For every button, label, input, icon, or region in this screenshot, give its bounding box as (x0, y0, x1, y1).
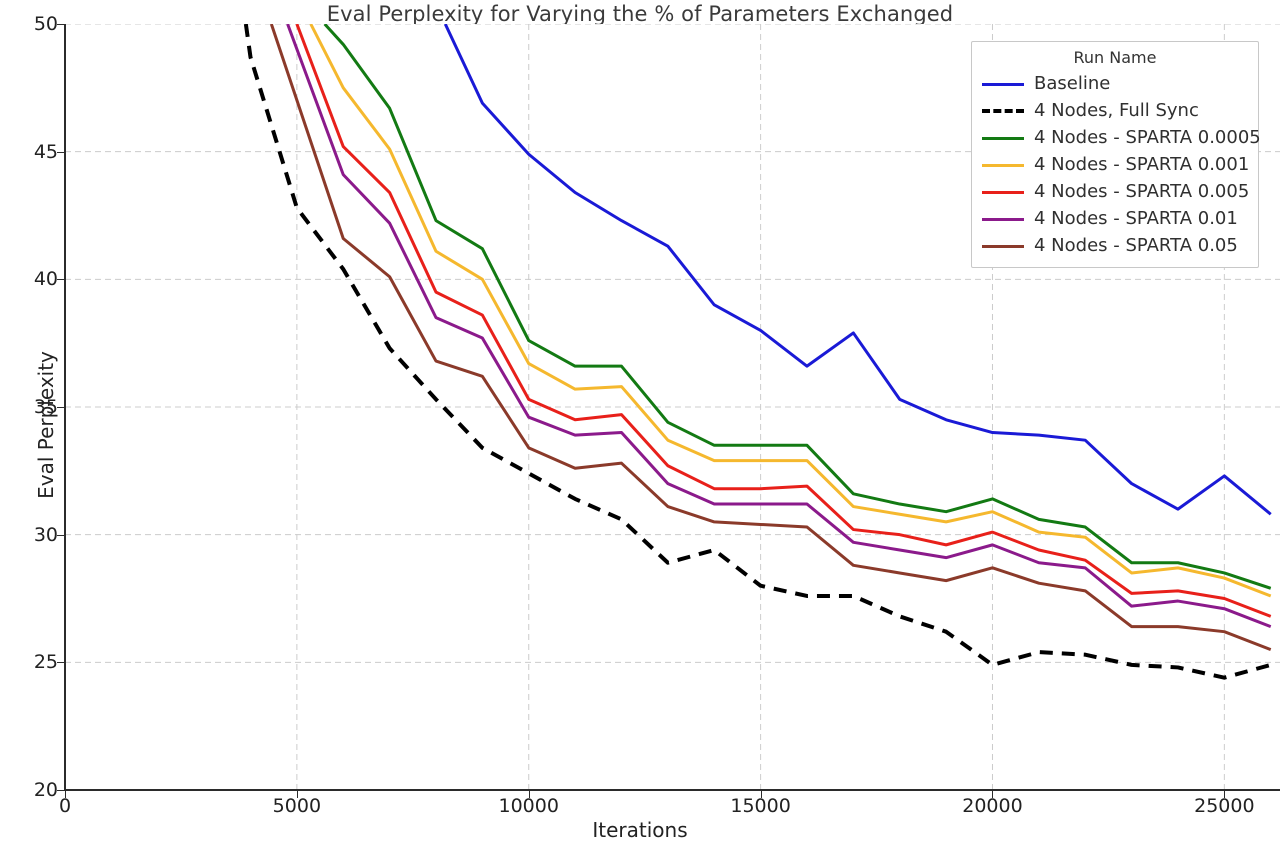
x-tick-mark (296, 791, 298, 798)
legend-color-swatch (982, 212, 1024, 226)
x-tick-mark (528, 791, 530, 798)
legend-item-label: 4 Nodes - SPARTA 0.05 (1034, 235, 1238, 256)
legend-rows: Baseline 4 Nodes, Full Sync 4 Nodes - SPAR… (982, 70, 1261, 259)
legend-color-swatch (982, 185, 1024, 199)
legend-item[interactable]: 4 Nodes - SPARTA 0.001 (982, 151, 1250, 178)
legend-item-label: 4 Nodes - SPARTA 0.005 (1034, 181, 1250, 202)
x-tick-label: 0 (58, 795, 72, 817)
y-tick-mark (57, 151, 65, 153)
legend-color-swatch (982, 158, 1024, 172)
x-tick-mark (1224, 791, 1226, 798)
legend-item[interactable]: 4 Nodes, Full Sync (982, 97, 1248, 124)
y-tick-label: 25 (33, 651, 58, 674)
y-tick-label: 50 (33, 13, 58, 35)
x-axis-title: Iterations (592, 818, 688, 842)
legend-item-label: 4 Nodes - SPARTA 0.001 (1034, 154, 1250, 175)
legend-color-swatch (982, 77, 1024, 91)
chart-title: Eval Perplexity for Varying the % of Par… (326, 2, 954, 26)
y-tick-mark (57, 534, 65, 536)
y-tick-mark (57, 662, 65, 664)
y-tick-label: 40 (33, 268, 58, 291)
x-tick-label: 5000 (272, 795, 322, 817)
legend-item-label: 4 Nodes - SPARTA 0.0005 (1034, 127, 1261, 148)
legend-item[interactable]: Baseline (982, 70, 1248, 97)
x-tick-mark (760, 791, 762, 798)
legend: Run Name Baseline 4 Nodes, Full Sync 4 Nod… (971, 41, 1261, 268)
x-tick-mark (992, 791, 994, 798)
legend-item[interactable]: 4 Nodes - SPARTA 0.05 (982, 232, 1248, 259)
legend-color-swatch (982, 104, 1024, 118)
y-axis-title: Eval Perplexity (34, 351, 58, 499)
legend-item-label: Baseline (1034, 73, 1111, 94)
y-tick-mark (57, 279, 65, 281)
x-tick-label: 15000 (730, 795, 791, 817)
legend-title: Run Name (1073, 48, 1157, 67)
y-tick-mark (57, 24, 65, 25)
legend-color-swatch (982, 131, 1024, 145)
x-tick-mark (65, 791, 66, 798)
legend-item[interactable]: 4 Nodes - SPARTA 0.0005 (982, 124, 1261, 151)
legend-color-swatch (982, 239, 1024, 253)
y-tick-mark (57, 790, 65, 791)
legend-item[interactable]: 4 Nodes - SPARTA 0.005 (982, 178, 1250, 205)
legend-item[interactable]: 4 Nodes - SPARTA 0.01 (982, 205, 1248, 232)
chart-figure: Eval Perplexity for Varying the % of Par… (0, 0, 1280, 850)
x-tick-label: 25000 (1194, 795, 1255, 817)
y-tick-label: 20 (33, 779, 58, 801)
x-axis-spine (64, 789, 1280, 791)
x-tick-label: 10000 (498, 795, 559, 817)
y-tick-label: 45 (33, 140, 58, 163)
legend-item-label: 4 Nodes - SPARTA 0.01 (1034, 208, 1238, 229)
y-tick-mark (57, 407, 65, 408)
legend-item-label: 4 Nodes, Full Sync (1034, 100, 1199, 121)
x-tick-label: 20000 (962, 795, 1023, 817)
